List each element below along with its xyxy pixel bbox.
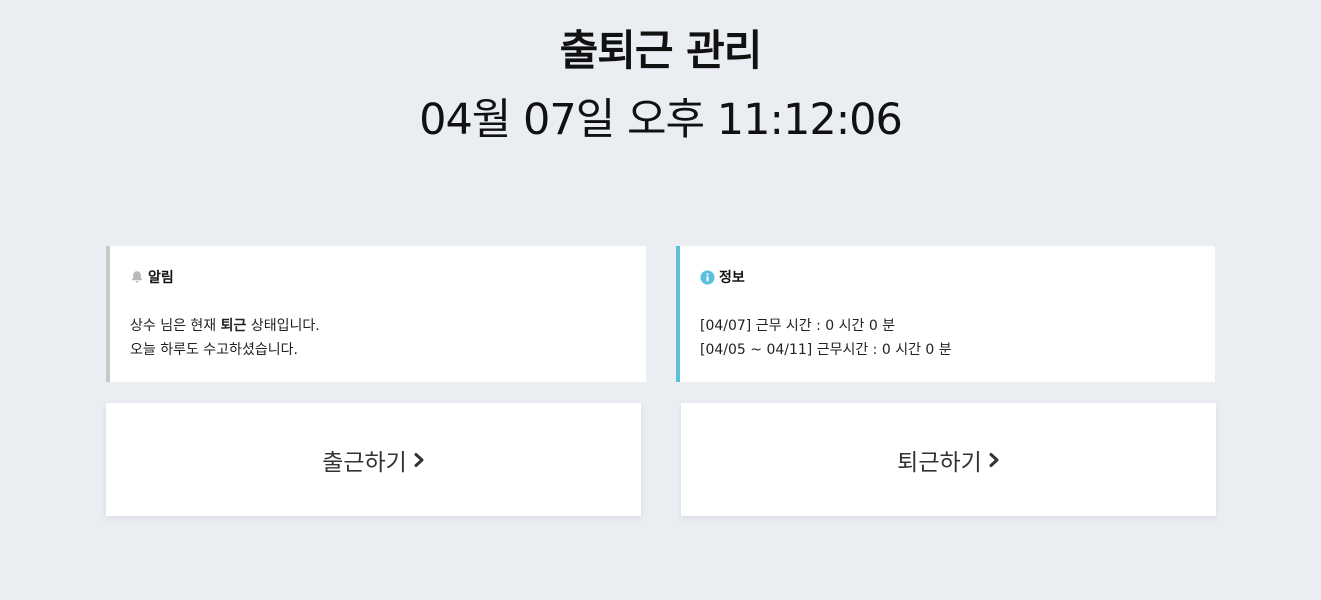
weekly-work-time: [04/05 ~ 04/11] 근무시간 : 0 시간 0 분 — [700, 342, 952, 358]
info-card-header: 정보 — [700, 266, 1215, 288]
clock-out-label: 퇴근하기 — [897, 449, 982, 476]
alert-card-title: 알림 — [148, 270, 174, 286]
alert-status-suffix: 상태입니다. — [246, 318, 320, 334]
alert-status-prefix: 상수 님은 현재 — [130, 318, 221, 334]
clock-in-label: 출근하기 — [322, 449, 407, 476]
alert-card-header: 알림 — [130, 266, 646, 288]
alert-card: 알림 상수 님은 현재 퇴근 상태입니다. 오늘 하루도 수고하셨습니다. — [106, 246, 646, 382]
status-value: 퇴근 — [220, 318, 247, 334]
chevron-right-icon — [413, 452, 425, 468]
page-title: 출퇴근 관리 — [559, 26, 763, 75]
daily-work-time: [04/07] 근무 시간 : 0 시간 0 분 — [700, 318, 896, 334]
chevron-right-icon — [988, 452, 1000, 468]
clock-in-button[interactable]: 출근하기 — [106, 403, 641, 516]
info-circle-icon — [700, 270, 715, 285]
info-card-body: [04/07] 근무 시간 : 0 시간 0 분 [04/05 ~ 04/11]… — [700, 314, 1215, 362]
alert-card-body: 상수 님은 현재 퇴근 상태입니다. 오늘 하루도 수고하셨습니다. — [130, 314, 646, 362]
clock-out-button[interactable]: 퇴근하기 — [681, 403, 1216, 516]
current-datetime: 04월 07일 오후 11:12:06 — [419, 95, 903, 145]
info-card: 정보 [04/07] 근무 시간 : 0 시간 0 분 [04/05 ~ 04/… — [676, 246, 1215, 382]
alert-message-line: 오늘 하루도 수고하셨습니다. — [130, 342, 298, 358]
info-card-title: 정보 — [719, 270, 745, 286]
bell-icon — [130, 270, 144, 284]
alert-status-line: 상수 님은 현재 퇴근 상태입니다. — [130, 314, 646, 338]
